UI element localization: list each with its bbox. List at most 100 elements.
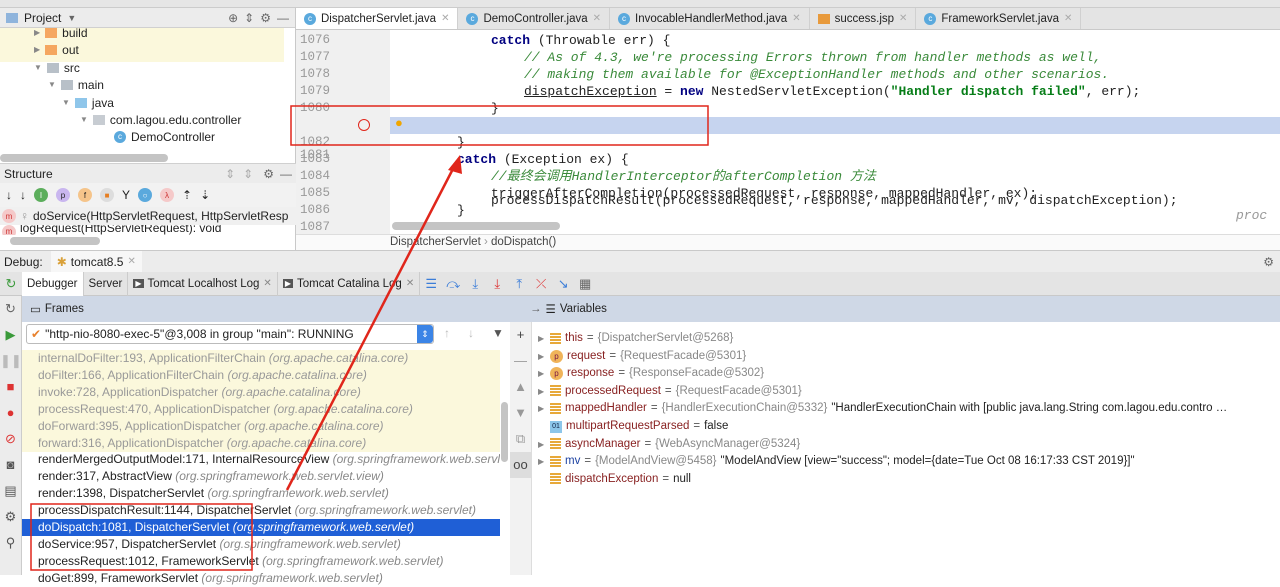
mute-breakpoints-icon[interactable]: ⊘ bbox=[0, 426, 21, 452]
dropdown-arrow-icon[interactable]: ⇕ bbox=[417, 325, 433, 343]
breakpoint-icon[interactable] bbox=[358, 119, 370, 131]
chevron-down-icon[interactable]: ▼ bbox=[67, 13, 76, 23]
drop-frame-icon[interactable]: ⤫ bbox=[530, 276, 552, 292]
horizontal-scrollbar[interactable] bbox=[10, 237, 100, 245]
collapse-icon[interactable]: ⇕ bbox=[243, 167, 253, 181]
expand-icon[interactable]: ▶ bbox=[538, 330, 546, 347]
restore-layout-icon[interactable]: → bbox=[530, 303, 542, 315]
close-icon[interactable]: ✕ bbox=[792, 13, 800, 24]
variable-row[interactable]: ▶ asyncManager = {WebAsyncManager@5324} bbox=[538, 436, 800, 453]
non-public-icon[interactable]: ■ bbox=[100, 188, 114, 202]
autoscroll-to-source-icon[interactable]: ⇡ bbox=[182, 188, 192, 202]
frame-row[interactable]: render:1398, DispatcherServlet (org.spri… bbox=[22, 485, 500, 502]
settings-icon[interactable]: ⚙ bbox=[0, 504, 21, 530]
frame-row[interactable]: doDispatch:1081, DispatcherServlet (org.… bbox=[22, 519, 500, 536]
collapse-icon[interactable]: ⇕ bbox=[244, 11, 254, 25]
horizontal-scrollbar[interactable] bbox=[392, 222, 560, 230]
expand-icon[interactable]: ▶ bbox=[538, 436, 546, 453]
variable-row[interactable]: 01 multipartRequestParsed = false bbox=[538, 418, 728, 435]
sort-visibility-icon[interactable]: ↓ bbox=[6, 188, 12, 202]
lightbulb-icon[interactable]: ● bbox=[395, 116, 403, 131]
stop-icon[interactable]: ■ bbox=[0, 374, 21, 400]
frame-row[interactable]: doForward:395, ApplicationDispatcher (or… bbox=[22, 417, 500, 435]
tree-item[interactable]: ▶ build bbox=[34, 24, 88, 41]
tree-item[interactable]: ▼ java bbox=[62, 94, 114, 111]
anonymous-icon[interactable]: ○ bbox=[138, 188, 153, 202]
resume-icon[interactable]: ▶ bbox=[0, 322, 21, 348]
new-watch-icon[interactable]: + bbox=[510, 322, 531, 348]
pin-icon[interactable]: ⚲ bbox=[0, 530, 21, 556]
lambdas-icon[interactable]: Y bbox=[122, 188, 130, 202]
gear-icon[interactable]: ⚙ bbox=[260, 11, 271, 25]
expand-icon[interactable]: ▶ bbox=[538, 453, 546, 470]
close-icon[interactable]: ✕ bbox=[1064, 13, 1072, 24]
layout-icon[interactable]: ▤ bbox=[0, 478, 21, 504]
step-out-icon[interactable]: ⤒ bbox=[508, 276, 530, 292]
close-icon[interactable]: ✕ bbox=[406, 278, 414, 289]
move-down-icon[interactable]: ▼ bbox=[510, 400, 531, 426]
close-icon[interactable]: ✕ bbox=[127, 256, 135, 267]
tab-dispatcher-servlet[interactable]: c DispatcherServlet.java ✕ bbox=[296, 8, 459, 29]
run-to-cursor-icon[interactable]: ↘ bbox=[552, 276, 574, 292]
inherited-icon[interactable]: I bbox=[34, 188, 48, 202]
variable-row[interactable]: ▶ processedRequest = {RequestFacade@5301} bbox=[538, 383, 802, 400]
close-icon[interactable]: ✕ bbox=[899, 13, 907, 24]
pause-icon[interactable]: ❚❚ bbox=[0, 348, 22, 374]
tree-item[interactable]: ▼ main bbox=[48, 76, 104, 93]
evaluate-expression-icon[interactable]: ▦ bbox=[574, 276, 596, 292]
tab-server[interactable]: Server bbox=[84, 271, 129, 296]
expand-icon[interactable]: ▶ bbox=[538, 383, 546, 400]
vertical-scrollbar[interactable] bbox=[501, 402, 508, 462]
frame-row[interactable]: invoke:728, ApplicationDispatcher (org.a… bbox=[22, 383, 500, 401]
next-frame-icon[interactable]: ↓ bbox=[468, 326, 474, 340]
step-into-icon[interactable]: ⤓ bbox=[464, 276, 486, 292]
tab-invocable-handler-method[interactable]: c InvocableHandlerMethod.java ✕ bbox=[610, 8, 810, 29]
copy-icon[interactable]: ⧉ bbox=[510, 426, 531, 452]
rerun-icon[interactable]: ↻ bbox=[0, 296, 21, 322]
locate-icon[interactable]: ⊕ bbox=[228, 11, 238, 25]
thread-selector[interactable]: ✔ "http-nio-8080-exec-5"@3,008 in group … bbox=[26, 324, 434, 344]
structure-item[interactable]: m logRequest(HttpServletRequest): void bbox=[0, 225, 296, 235]
sort-alpha-icon[interactable]: ↓ bbox=[20, 188, 26, 202]
breadcrumb-item[interactable]: DispatcherServlet bbox=[390, 236, 481, 248]
variable-row[interactable]: ▶ this = {DispatcherServlet@5268} bbox=[538, 330, 733, 347]
tab-success-jsp[interactable]: success.jsp ✕ bbox=[810, 8, 917, 29]
fields-icon[interactable]: f bbox=[78, 188, 92, 202]
frame-row[interactable]: forward:316, ApplicationDispatcher (org.… bbox=[22, 434, 500, 452]
frame-row[interactable]: doFilter:166, ApplicationFilterChain (or… bbox=[22, 366, 500, 384]
tree-item[interactable]: ▼ com.lagou.edu.controller bbox=[80, 111, 241, 128]
tab-demo-controller[interactable]: c DemoController.java ✕ bbox=[458, 8, 611, 29]
lambda-icon[interactable]: λ bbox=[160, 188, 175, 202]
expand-icon[interactable]: ▶ bbox=[538, 400, 546, 417]
tab-debugger[interactable]: Debugger bbox=[22, 271, 84, 296]
tab-tomcat-localhost-log[interactable]: ▶ Tomcat Localhost Log ✕ bbox=[128, 271, 278, 296]
move-up-icon[interactable]: ▲ bbox=[510, 374, 531, 400]
view-breakpoints-icon[interactable]: ● bbox=[0, 400, 21, 426]
tab-tomcat-catalina-log[interactable]: ▶ Tomcat Catalina Log ✕ bbox=[278, 271, 421, 296]
show-execution-point-icon[interactable]: ☰ bbox=[420, 276, 442, 292]
tab-framework-servlet[interactable]: c FrameworkServlet.java ✕ bbox=[916, 8, 1082, 29]
tree-item[interactable]: c DemoController bbox=[114, 128, 215, 145]
code-area[interactable]: 1076 catch (Throwable err) { 1077 // As of… bbox=[296, 30, 1280, 234]
variable-row[interactable]: ▶ p response = {ResponseFacade@5302} bbox=[538, 365, 764, 382]
frame-row[interactable]: renderMergedOutputModel:171, InternalRes… bbox=[22, 451, 500, 468]
frame-row[interactable]: internalDoFilter:193, ApplicationFilterC… bbox=[22, 350, 500, 367]
force-step-into-icon[interactable]: ⤓ bbox=[486, 276, 508, 292]
variable-row[interactable]: ▶ mappedHandler = {HandlerExecutionChain@53… bbox=[538, 400, 1227, 417]
previous-frame-icon[interactable]: ↑ bbox=[444, 326, 450, 340]
expand-icon[interactable]: ⇕ bbox=[225, 167, 235, 181]
step-over-icon[interactable]: ⤼ bbox=[442, 276, 464, 292]
variable-row[interactable]: dispatchException = null bbox=[538, 471, 691, 488]
camera-icon[interactable]: ◙ bbox=[0, 452, 21, 478]
rerun-icon[interactable]: ↻ bbox=[0, 276, 22, 292]
tree-item[interactable]: ▼ src bbox=[34, 59, 80, 76]
expand-icon[interactable]: ▶ bbox=[538, 348, 546, 365]
close-icon[interactable]: ✕ bbox=[593, 13, 601, 24]
variable-row[interactable]: ▶ mv = {ModelAndView@5458} "ModelAndView [vi… bbox=[538, 453, 1135, 470]
close-icon[interactable]: ✕ bbox=[441, 13, 449, 24]
expand-icon[interactable]: ▶ bbox=[538, 365, 546, 382]
variable-row[interactable]: ▶ p request = {RequestFacade@5301} bbox=[538, 348, 746, 365]
horizontal-scrollbar[interactable] bbox=[0, 154, 168, 162]
frame-row[interactable]: processRequest:470, ApplicationDispatche… bbox=[22, 400, 500, 418]
frame-row[interactable]: doGet:899, FrameworkServlet (org.springf… bbox=[22, 570, 500, 587]
